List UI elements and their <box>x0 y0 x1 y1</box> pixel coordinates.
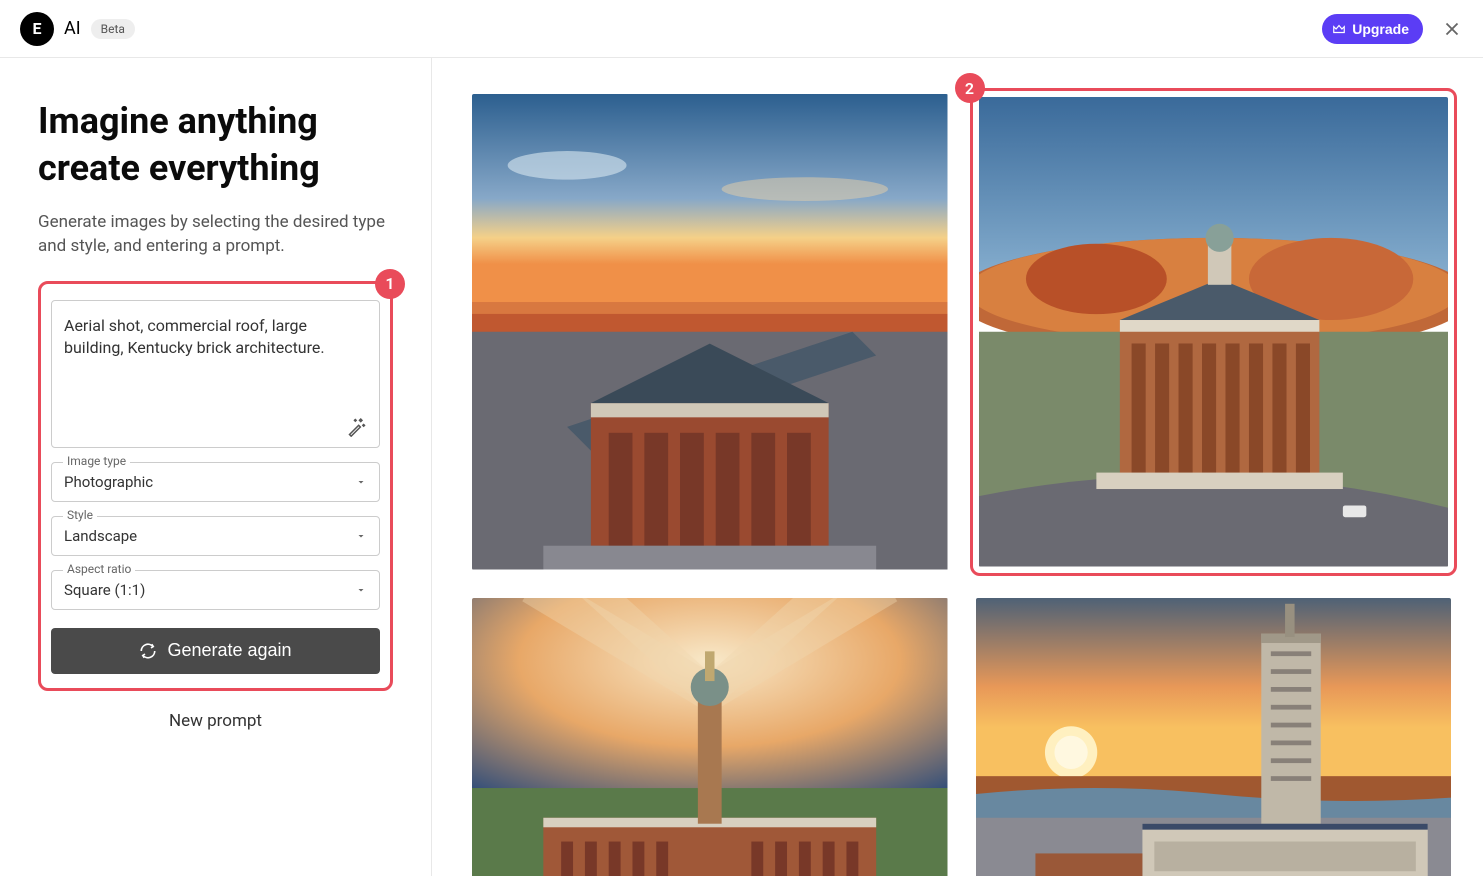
annotation-badge-1: 1 <box>375 269 405 299</box>
sidebar-panel: Imagine anything create everything Gener… <box>0 58 432 876</box>
style-select[interactable]: Landscape <box>51 516 380 556</box>
result-card-2[interactable]: 2 <box>970 88 1458 576</box>
page-subtitle: Generate images by selecting the desired… <box>38 210 393 259</box>
prompt-textarea[interactable]: Aerial shot, commercial roof, large buil… <box>51 300 380 448</box>
image-type-label: Image type <box>63 454 130 468</box>
generated-image-2 <box>979 97 1449 567</box>
upgrade-button[interactable]: Upgrade <box>1322 14 1423 44</box>
prompt-form-highlight: 1 Aerial shot, commercial roof, large bu… <box>38 281 393 691</box>
ai-label: AI <box>64 18 81 39</box>
header-left: E AI Beta <box>20 12 135 46</box>
aspect-value: Square (1:1) <box>64 581 145 599</box>
generated-image-1 <box>472 94 948 570</box>
refresh-icon <box>139 642 157 660</box>
chevron-down-icon <box>355 530 367 542</box>
style-select-wrap: Style Landscape <box>51 516 380 556</box>
style-value: Landscape <box>64 527 137 545</box>
close-icon <box>1441 18 1463 40</box>
page-title: Imagine anything create everything <box>38 98 393 192</box>
generated-image-4 <box>976 598 1452 876</box>
image-type-value: Photographic <box>64 473 153 491</box>
aspect-select[interactable]: Square (1:1) <box>51 570 380 610</box>
generate-label: Generate again <box>167 640 291 661</box>
title-line-2: create everything <box>38 147 320 189</box>
generated-image-3 <box>472 598 948 876</box>
header-right: Upgrade <box>1322 14 1463 44</box>
prompt-text-value: Aerial shot, commercial roof, large buil… <box>64 315 367 360</box>
new-prompt-link[interactable]: New prompt <box>38 711 393 731</box>
generate-again-button[interactable]: Generate again <box>51 628 380 674</box>
close-button[interactable] <box>1441 18 1463 40</box>
logo-letter: E <box>33 19 42 38</box>
result-card-3[interactable] <box>472 598 948 876</box>
title-line-1: Imagine anything <box>38 100 318 142</box>
image-type-select[interactable]: Photographic <box>51 462 380 502</box>
chevron-down-icon <box>355 476 367 488</box>
crown-icon <box>1332 22 1346 36</box>
chevron-down-icon <box>355 584 367 596</box>
beta-badge: Beta <box>91 19 135 39</box>
result-card-1[interactable] <box>472 94 948 570</box>
header-bar: E AI Beta Upgrade <box>0 0 1483 58</box>
result-card-4[interactable] <box>976 598 1452 876</box>
aspect-select-wrap: Aspect ratio Square (1:1) <box>51 570 380 610</box>
annotation-badge-2: 2 <box>955 73 985 103</box>
image-type-select-wrap: Image type Photographic <box>51 462 380 502</box>
style-label: Style <box>63 508 97 522</box>
app-logo: E <box>20 12 54 46</box>
main-layout: Imagine anything create everything Gener… <box>0 58 1483 876</box>
results-grid: 2 <box>432 58 1483 876</box>
aspect-label: Aspect ratio <box>63 562 135 576</box>
magic-wand-icon[interactable] <box>347 417 367 437</box>
upgrade-label: Upgrade <box>1352 21 1409 37</box>
